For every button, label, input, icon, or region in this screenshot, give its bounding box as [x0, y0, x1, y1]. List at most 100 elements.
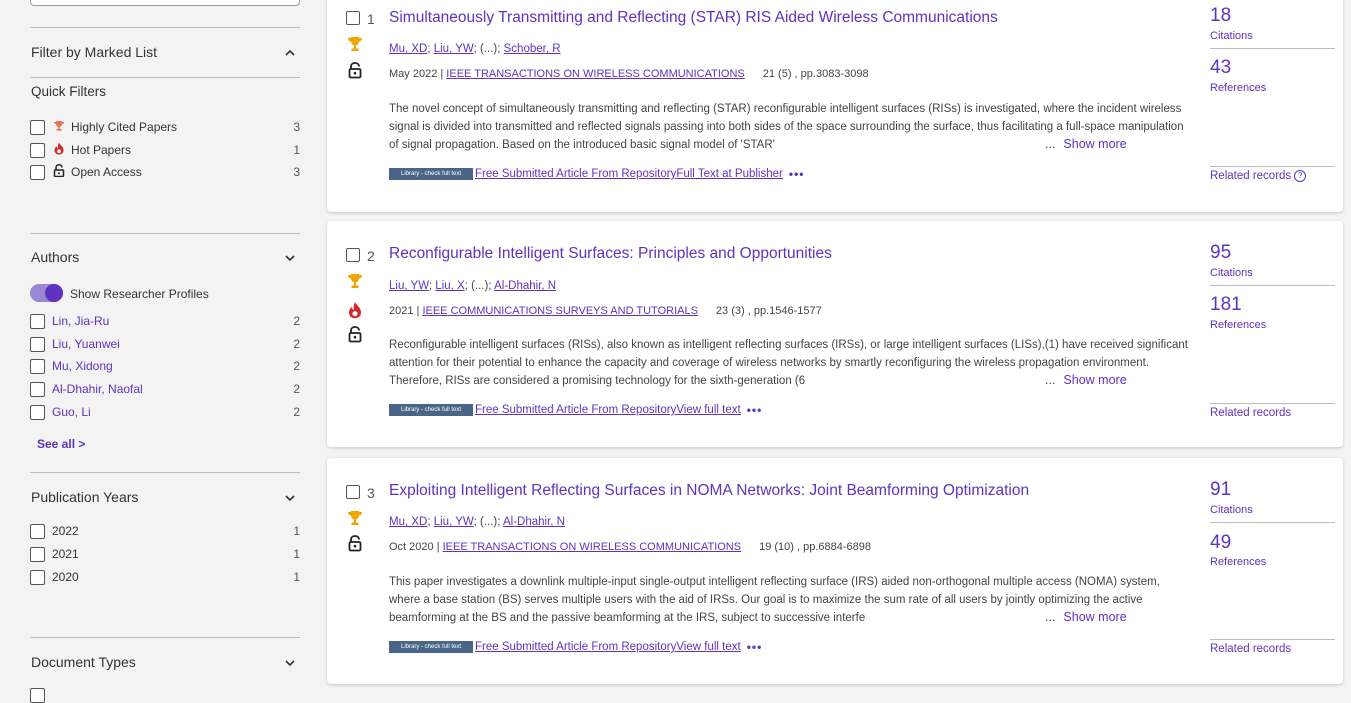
record-checkbox[interactable]: [346, 11, 360, 25]
journal-link[interactable]: IEEE TRANSACTIONS ON WIRELESS COMMUNICAT…: [446, 68, 744, 80]
citations-label[interactable]: Citations: [1210, 30, 1253, 42]
author-link[interactable]: Schober, R: [504, 43, 561, 55]
citations-label[interactable]: Citations: [1210, 504, 1253, 516]
unlock-icon: [346, 534, 364, 552]
open-access-checkbox[interactable]: [30, 165, 45, 180]
chevron-down-icon[interactable]: [283, 656, 297, 670]
author-filter-label[interactable]: Mu, Xidong: [52, 359, 113, 373]
author-checkbox[interactable]: [30, 382, 45, 397]
references-label[interactable]: References: [1210, 319, 1266, 331]
record-title-link[interactable]: Reconfigurable Intelligent Surfaces: Pri…: [389, 245, 832, 263]
full-text-link[interactable]: View full text: [676, 641, 740, 653]
volume-pages: 23 (3) , pp.1546-1577: [715, 305, 822, 317]
trophy-icon: [346, 272, 364, 290]
author-link[interactable]: Mu, XD: [389, 516, 427, 528]
filter-marked-list-heading[interactable]: Filter by Marked List: [31, 44, 157, 60]
help-icon[interactable]: ?: [1294, 170, 1307, 182]
author-checkbox[interactable]: [30, 405, 45, 420]
year-checkbox[interactable]: [30, 570, 45, 585]
author-filter-label[interactable]: Al-Dhahir, Naofal: [52, 382, 143, 396]
authors-heading[interactable]: Authors: [31, 249, 79, 265]
show-more-link[interactable]: Show more: [1063, 137, 1126, 151]
chevron-up-icon[interactable]: [283, 46, 297, 60]
ellipsis: ...: [1045, 137, 1056, 151]
author-link[interactable]: Liu, YW: [434, 43, 474, 55]
related-records-label[interactable]: Related records: [1210, 170, 1291, 182]
full-text-link[interactable]: View full text: [676, 404, 740, 416]
author-link[interactable]: Al-Dhahir, N: [503, 516, 565, 528]
record-checkbox[interactable]: [346, 248, 360, 262]
author-filter-label[interactable]: Lin, Jia-Ru: [52, 314, 109, 328]
chevron-down-icon[interactable]: [283, 251, 297, 265]
researcher-profiles-toggle[interactable]: [30, 284, 63, 302]
author-link[interactable]: Liu, YW: [434, 516, 474, 528]
journal-link[interactable]: IEEE TRANSACTIONS ON WIRELESS COMMUNICAT…: [443, 541, 741, 553]
author-checkbox[interactable]: [30, 359, 45, 374]
author-checkbox[interactable]: [30, 337, 45, 352]
year-checkbox[interactable]: [30, 547, 45, 562]
quick-filter-label[interactable]: Open Access: [71, 165, 142, 179]
filter-count: 1: [293, 524, 300, 538]
related-records-link[interactable]: Related records: [1210, 643, 1291, 655]
filter-count: 2: [293, 314, 300, 328]
author-filter-label[interactable]: Liu, Yuanwei: [52, 337, 120, 351]
divider: [1210, 403, 1335, 404]
author-link[interactable]: Liu, X: [435, 280, 464, 292]
filter-count: 1: [293, 570, 300, 584]
search-within-input[interactable]: [30, 0, 300, 6]
chevron-down-icon[interactable]: [283, 491, 297, 505]
show-more-link[interactable]: Show more: [1063, 373, 1126, 387]
more-options-icon[interactable]: •••: [747, 403, 763, 417]
year-filter-label[interactable]: 2021: [52, 547, 79, 561]
record-checkbox[interactable]: [346, 485, 360, 499]
record-number: 1: [367, 11, 375, 27]
references-label[interactable]: References: [1210, 82, 1266, 94]
flame-icon: [53, 142, 65, 155]
doc-type-checkbox[interactable]: [30, 688, 45, 703]
library-badge[interactable]: Library - check full text: [389, 641, 473, 653]
author-checkbox[interactable]: [30, 314, 45, 329]
related-records-link[interactable]: Related records?: [1210, 170, 1307, 182]
references-count[interactable]: 181: [1210, 294, 1242, 316]
see-all-authors-link[interactable]: See all >: [37, 437, 85, 451]
toggle-label: Show Researcher Profiles: [70, 287, 209, 301]
repository-link[interactable]: Free Submitted Article From Repository: [475, 641, 676, 653]
references-count[interactable]: 49: [1210, 532, 1231, 554]
author-filter-label[interactable]: Guo, Li: [52, 405, 91, 419]
references-label[interactable]: References: [1210, 556, 1266, 568]
references-count[interactable]: 43: [1210, 57, 1231, 79]
more-options-icon[interactable]: •••: [747, 640, 763, 654]
record-title-link[interactable]: Simultaneously Transmitting and Reflecti…: [389, 9, 998, 27]
author-link[interactable]: Mu, XD: [389, 43, 427, 55]
divider: [1210, 522, 1335, 523]
show-more-link[interactable]: Show more: [1063, 610, 1126, 624]
record-source: Oct 2020 | IEEE TRANSACTIONS ON WIRELESS…: [389, 541, 871, 553]
quick-filter-label[interactable]: Highly Cited Papers: [71, 120, 177, 134]
record-title-link[interactable]: Exploiting Intelligent Reflecting Surfac…: [389, 482, 1029, 500]
year-filter-label[interactable]: 2020: [52, 570, 79, 584]
full-text-links: Library - check full text Free Submitted …: [389, 403, 762, 417]
year-checkbox[interactable]: [30, 524, 45, 539]
author-link[interactable]: Liu, YW: [389, 280, 429, 292]
document-types-heading[interactable]: Document Types: [31, 654, 136, 670]
citations-count[interactable]: 18: [1210, 5, 1231, 27]
trophy-icon: [53, 119, 65, 131]
highly-cited-checkbox[interactable]: [30, 120, 45, 135]
citations-label[interactable]: Citations: [1210, 267, 1253, 279]
related-records-link[interactable]: Related records: [1210, 407, 1291, 419]
record-metrics: 95 Citations 181 References Related reco…: [1210, 221, 1335, 447]
year-filter-label[interactable]: 2022: [52, 524, 79, 538]
journal-link[interactable]: IEEE COMMUNICATIONS SURVEYS AND TUTORIAL…: [422, 305, 697, 317]
citations-count[interactable]: 95: [1210, 242, 1231, 264]
author-link[interactable]: Al-Dhahir, N: [494, 280, 556, 292]
repository-link[interactable]: Free Submitted Article From Repository: [475, 168, 676, 180]
repository-link[interactable]: Free Submitted Article From Repository: [475, 404, 676, 416]
publisher-link[interactable]: Full Text at Publisher: [676, 168, 783, 180]
library-badge[interactable]: Library - check full text: [389, 404, 473, 416]
publication-years-heading[interactable]: Publication Years: [31, 489, 138, 505]
more-options-icon[interactable]: •••: [789, 167, 805, 181]
quick-filter-label[interactable]: Hot Papers: [71, 143, 131, 157]
library-badge[interactable]: Library - check full text: [389, 168, 473, 180]
citations-count[interactable]: 91: [1210, 479, 1231, 501]
hot-papers-checkbox[interactable]: [30, 143, 45, 158]
